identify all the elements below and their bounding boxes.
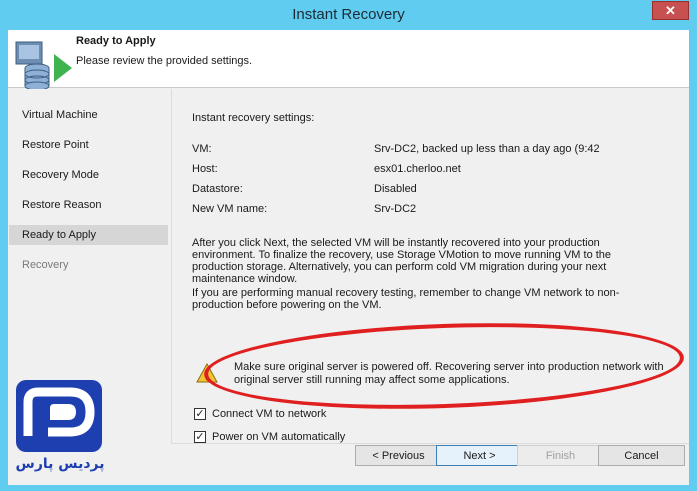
sidebar-item-recovery-mode[interactable]: Recovery Mode — [9, 165, 168, 185]
checkbox-label: Connect VM to network — [212, 408, 327, 420]
power-on-vm-checkbox-row[interactable]: ✓ Power on VM automatically — [194, 431, 345, 443]
power-on-vm-checkbox[interactable]: ✓ — [194, 431, 206, 443]
window-title: Instant Recovery — [292, 6, 405, 23]
new-vm-name-value: Srv-DC2 — [374, 203, 417, 215]
sidebar-item-label: Recovery Mode — [22, 169, 100, 181]
info-paragraph: After you click Next, the selected VM wi… — [192, 237, 612, 285]
vm-value: Srv-DC2, backed up less than a day ago (… — [374, 143, 600, 155]
connect-vm-to-network-checkbox-row[interactable]: ✓ Connect VM to network — [194, 408, 326, 420]
vm-label: VM: — [192, 143, 212, 155]
sidebar-item-label: Restore Point — [22, 139, 89, 151]
wizard-body: Ready to Apply Please review the provide… — [8, 30, 689, 485]
new-vm-name-label: New VM name: — [192, 203, 268, 215]
wizard-header: Ready to Apply Please review the provide… — [8, 30, 689, 90]
footer-divider — [171, 443, 689, 444]
sidebar-item-label: Virtual Machine — [22, 109, 98, 121]
next-button[interactable]: Next > — [436, 445, 523, 466]
sidebar-item-ready-to-apply[interactable]: Ready to Apply — [9, 225, 168, 245]
host-value: esx01.cherloo.net — [374, 163, 461, 175]
checkbox-label: Power on VM automatically — [212, 431, 346, 443]
sidebar-item-label: Ready to Apply — [22, 229, 96, 241]
sidebar-item-virtual-machine[interactable]: Virtual Machine — [9, 105, 168, 125]
settings-heading: Instant recovery settings: — [192, 112, 315, 124]
datastore-label: Datastore: — [192, 183, 243, 195]
checkmark-icon: ✓ — [195, 431, 205, 443]
sidebar-item-label: Restore Reason — [22, 199, 102, 211]
connect-vm-to-network-checkbox[interactable]: ✓ — [194, 408, 206, 420]
finish-button: Finish — [517, 445, 604, 466]
datastore-value: Disabled — [374, 183, 417, 195]
watermark-text: پردیس پارس — [15, 456, 105, 472]
pardis-logo-icon — [16, 380, 102, 452]
host-label: Host: — [192, 163, 218, 175]
sidebar-item-recovery: Recovery — [9, 255, 168, 275]
title-bar[interactable]: Instant Recovery ✕ — [0, 0, 697, 29]
page-subtitle: Please review the provided settings. — [76, 55, 253, 67]
sidebar-item-restore-point[interactable]: Restore Point — [9, 135, 168, 155]
close-button[interactable]: ✕ — [652, 1, 689, 20]
testing-paragraph: If you are performing manual recovery te… — [192, 287, 620, 311]
cancel-button[interactable]: Cancel — [598, 445, 685, 466]
close-icon: ✕ — [665, 2, 676, 18]
watermark-logo: پردیس پارس — [10, 376, 110, 480]
page-title: Ready to Apply — [76, 35, 156, 47]
sidebar-item-restore-reason[interactable]: Restore Reason — [9, 195, 168, 215]
server-restore-icon — [15, 41, 72, 90]
instant-recovery-window: Instant Recovery ✕ Ready to Apply Please… — [0, 0, 697, 491]
checkmark-icon: ✓ — [195, 408, 205, 420]
sidebar-item-label: Recovery — [22, 259, 69, 271]
previous-button[interactable]: < Previous — [355, 445, 442, 466]
